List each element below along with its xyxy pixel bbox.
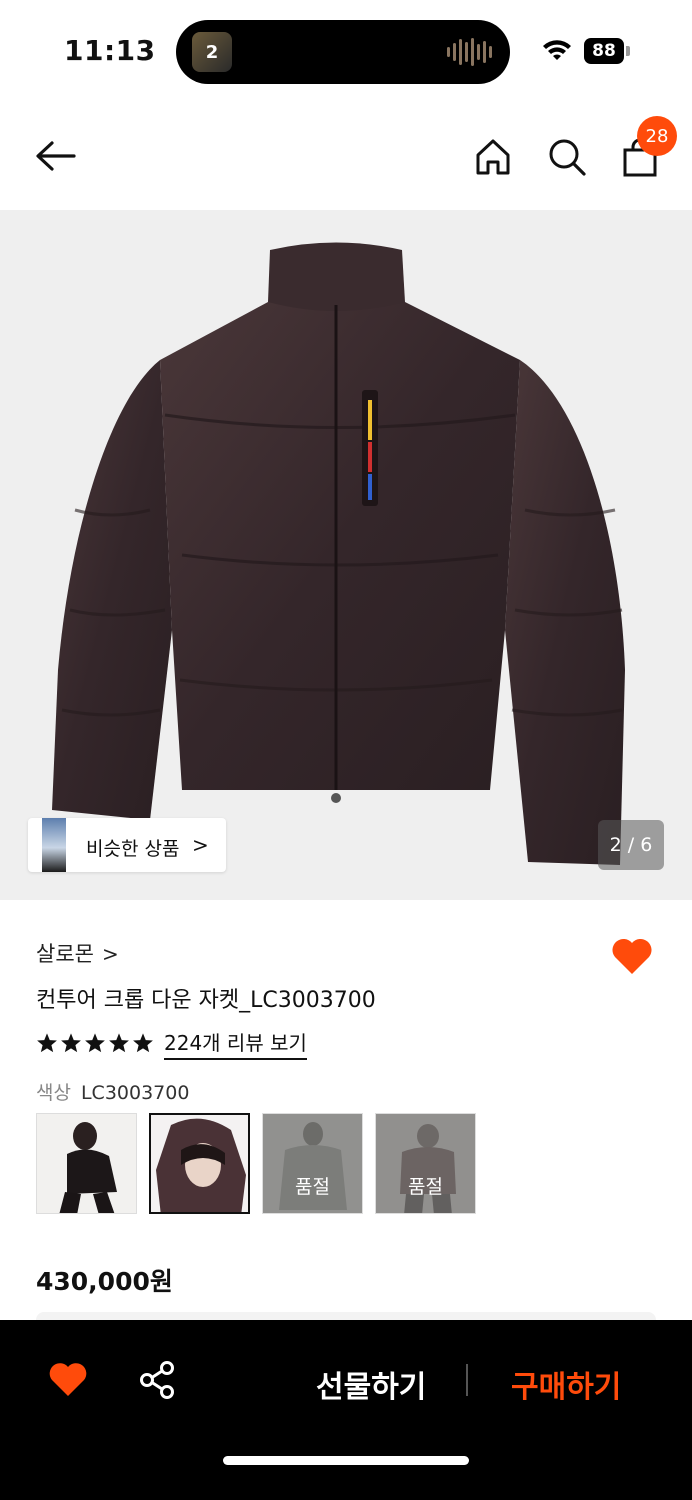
buy-button[interactable]: 구매하기	[511, 1362, 621, 1406]
home-indicator[interactable]	[223, 1456, 469, 1465]
sold-out-label: 품절	[295, 1176, 330, 1198]
divider	[466, 1364, 468, 1396]
star-icon	[37, 1033, 57, 1053]
brand-name: 살로몬	[36, 942, 94, 966]
color-swatch-list: 품절 품절	[36, 1113, 476, 1214]
star-icon	[109, 1033, 129, 1053]
sold-out-label: 품절	[408, 1176, 443, 1198]
rating-row: 224개 리뷰 보기	[36, 1027, 307, 1060]
home-icon[interactable]	[472, 136, 514, 178]
product-image-gallery[interactable]: 비슷한 상품 > 2 / 6	[0, 210, 692, 900]
status-time: 11:13	[64, 34, 156, 67]
chevron-right-icon: >	[192, 833, 209, 857]
similar-thumbnail	[42, 818, 66, 872]
island-app-icon: 2	[192, 32, 232, 72]
product-name: 컨투어 크롭 다운 자켓_LC3003700	[36, 988, 376, 1013]
bottom-action-bar: 선물하기 구매하기	[0, 1320, 692, 1500]
wifi-icon	[543, 40, 571, 60]
product-jacket-image	[52, 242, 625, 865]
star-icon	[133, 1033, 153, 1053]
cart-count-badge[interactable]: 28	[637, 116, 677, 156]
wishlist-heart-icon[interactable]	[610, 936, 654, 976]
star-icon	[85, 1033, 105, 1053]
star-icon	[61, 1033, 81, 1053]
top-nav	[0, 100, 692, 210]
back-arrow-icon[interactable]	[32, 136, 80, 176]
chevron-right-icon: >	[101, 942, 119, 966]
dynamic-island[interactable]: 2	[176, 20, 510, 84]
color-label: 색상	[36, 1082, 71, 1104]
gallery-page-indicator: 2 / 6	[598, 820, 664, 870]
review-link[interactable]: 224개 리뷰 보기	[164, 1027, 307, 1060]
similar-products-label: 비슷한 상품	[86, 838, 180, 860]
product-price: 430,000원	[36, 1267, 173, 1296]
battery-level: 88	[584, 38, 624, 64]
brand-link[interactable]: 살로몬 >	[36, 938, 119, 968]
color-swatch-sold-out[interactable]: 품절	[375, 1113, 476, 1214]
star-rating	[36, 1032, 154, 1054]
color-row: 색상 LC3003700	[36, 1078, 189, 1105]
status-bar: 11:13 2 88	[0, 0, 692, 100]
heart-icon[interactable]	[48, 1362, 88, 1398]
gift-button[interactable]: 선물하기	[316, 1362, 426, 1406]
color-swatch-sold-out[interactable]: 품절	[262, 1113, 363, 1214]
search-icon[interactable]	[546, 136, 588, 178]
battery-icon: 88	[584, 38, 630, 64]
color-value: LC3003700	[80, 1082, 190, 1104]
share-icon[interactable]	[138, 1360, 176, 1400]
color-swatch[interactable]	[36, 1113, 137, 1214]
similar-products-button[interactable]: 비슷한 상품 >	[28, 818, 226, 872]
color-swatch-selected[interactable]	[149, 1113, 250, 1214]
audio-wave-icon	[447, 38, 492, 66]
